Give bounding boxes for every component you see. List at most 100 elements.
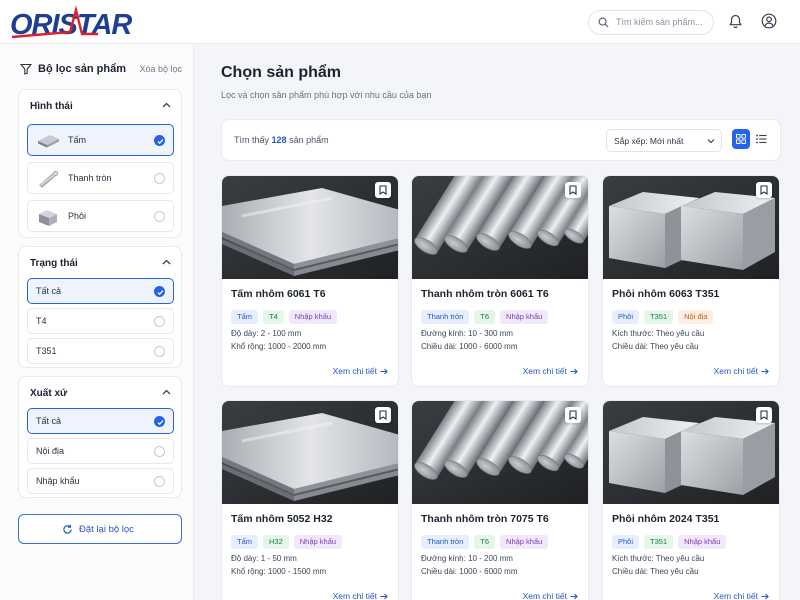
reset-filter-button[interactable]: Đặt lại bộ lọc bbox=[18, 514, 182, 544]
search-placeholder[interactable]: Tìm kiếm sản phẩm... bbox=[616, 17, 703, 27]
search-box[interactable]: Tìm kiếm sản phẩm... bbox=[588, 10, 714, 35]
grid-icon bbox=[736, 134, 746, 144]
clear-filter-link[interactable]: Xóa bộ lọc bbox=[139, 64, 182, 74]
list-view-icon[interactable] bbox=[756, 134, 767, 144]
oristar-logo[interactable]: ORISTAR bbox=[10, 4, 132, 40]
top-bar: ORISTAR Tìm kiếm sản phẩm... bbox=[0, 0, 800, 44]
selected-check-icon bbox=[154, 286, 165, 297]
product-spec: Khổ rộng: 1000 - 1500 mm bbox=[231, 567, 327, 576]
product-tag: T351 bbox=[644, 310, 674, 324]
product-tag: H32 bbox=[263, 535, 289, 549]
user-icon[interactable] bbox=[761, 13, 777, 29]
arrow-right-icon bbox=[570, 368, 578, 375]
option-label: Tấm bbox=[68, 135, 86, 145]
page-title: Chọn sản phẩm bbox=[221, 64, 342, 81]
product-image-round-bar bbox=[412, 401, 588, 504]
product-card[interactable]: Thanh nhôm tròn 7075 T6 Thanh tròn T6 Nhập … bbox=[411, 400, 589, 600]
bookmark-button[interactable] bbox=[375, 182, 391, 198]
filter-header: Bộ lọc sản phẩm Xóa bộ lọc bbox=[20, 62, 182, 78]
product-spec: Kích thước: Theo yêu cầu bbox=[612, 329, 705, 338]
product-name[interactable]: Thanh nhôm tròn 6061 T6 bbox=[421, 288, 549, 300]
product-tag: T6 bbox=[474, 535, 496, 549]
product-name[interactable]: Thanh nhôm tròn 7075 T6 bbox=[421, 513, 549, 525]
view-detail-link[interactable]: Xem chi tiết bbox=[523, 366, 578, 376]
product-tag: Nhập khẩu bbox=[678, 535, 727, 549]
view-detail-link[interactable]: Xem chi tiết bbox=[333, 591, 388, 600]
product-tag: Nhập khẩu bbox=[500, 535, 549, 549]
product-tags: Phôi T351 Nội địa bbox=[612, 306, 718, 324]
filter-option-domestic[interactable]: Nội địa bbox=[27, 438, 174, 464]
grid-view-button[interactable] bbox=[732, 129, 750, 149]
result-prefix: Tìm thấy bbox=[234, 135, 270, 145]
radio-circle bbox=[154, 173, 165, 184]
chevron-up-icon[interactable] bbox=[162, 259, 171, 265]
product-tag: Nhập khẩu bbox=[500, 310, 549, 324]
option-label: Tất cả bbox=[36, 416, 62, 426]
bell-icon[interactable] bbox=[729, 14, 742, 29]
view-detail-link[interactable]: Xem chi tiết bbox=[714, 591, 769, 600]
filter-option-all[interactable]: Tất cả bbox=[27, 278, 174, 304]
product-spec: Độ dày: 1 - 50 mm bbox=[231, 554, 297, 563]
view-detail-link[interactable]: Xem chi tiết bbox=[714, 366, 769, 376]
filter-option-billet[interactable]: Phôi bbox=[27, 200, 174, 232]
product-tag: Nhập khẩu bbox=[288, 310, 338, 324]
product-spec: Chiều dài: 1000 - 6000 mm bbox=[421, 342, 518, 351]
bookmark-button[interactable] bbox=[756, 182, 772, 198]
product-card[interactable]: Phôi nhôm 2024 T351 Phôi T351 Nhập khẩu Kích… bbox=[602, 400, 780, 600]
bookmark-icon bbox=[379, 410, 387, 420]
product-name[interactable]: Tấm nhôm 5052 H32 bbox=[231, 513, 333, 525]
product-card[interactable]: Thanh nhôm tròn 6061 T6 Thanh tròn T6 Nhập … bbox=[411, 175, 589, 387]
filter-option-t4[interactable]: T4 bbox=[27, 308, 174, 334]
product-tag: T351 bbox=[644, 535, 674, 549]
arrow-right-icon bbox=[761, 368, 769, 375]
product-card[interactable]: Tấm nhôm 5052 H32 Tấm H32 Nhập khẩu Độ dày: … bbox=[221, 400, 399, 600]
filter-group-origin: Xuất xứ Tất cả Nội địa Nhập khẩu bbox=[18, 376, 182, 498]
sort-select[interactable]: Sắp xếp: Mới nhất bbox=[606, 129, 722, 152]
product-image-round-bar bbox=[412, 176, 588, 279]
product-spec: Kích thước: Theo yêu cầu bbox=[612, 554, 705, 563]
product-image-billet bbox=[603, 176, 779, 279]
product-tags: Thanh tròn T6 Nhập khẩu bbox=[421, 531, 553, 549]
filter-option-imported[interactable]: Nhập khẩu bbox=[27, 468, 174, 494]
group-title: Trạng thái bbox=[30, 258, 78, 269]
filter-option-all[interactable]: Tất cả bbox=[27, 408, 174, 434]
filter-option-t351[interactable]: T351 bbox=[27, 338, 174, 364]
filter-option-round-bar[interactable]: Thanh tròn bbox=[27, 162, 174, 194]
product-tag: Thanh tròn bbox=[421, 535, 470, 549]
product-card[interactable]: Phôi nhôm 6063 T351 Phôi T351 Nội địa Kích t… bbox=[602, 175, 780, 387]
bookmark-button[interactable] bbox=[565, 182, 581, 198]
product-spec: Đường kính: 10 - 300 mm bbox=[421, 329, 513, 338]
selected-check-icon bbox=[154, 416, 165, 427]
product-name[interactable]: Phôi nhôm 6063 T351 bbox=[612, 288, 719, 300]
view-detail-label: Xem chi tiết bbox=[332, 591, 377, 600]
chevron-up-icon[interactable] bbox=[162, 389, 171, 395]
product-tags: Tấm H32 Nhập khẩu bbox=[231, 531, 347, 549]
bookmark-button[interactable] bbox=[375, 407, 391, 423]
bookmark-icon bbox=[760, 410, 768, 420]
view-detail-label: Xem chi tiết bbox=[332, 366, 377, 376]
product-name[interactable]: Tấm nhôm 6061 T6 bbox=[231, 288, 326, 300]
page-subtitle: Lọc và chọn sản phẩm phù hợp với nhu cầu… bbox=[221, 90, 432, 100]
group-title: Xuất xứ bbox=[30, 388, 68, 399]
bookmark-button[interactable] bbox=[565, 407, 581, 423]
view-detail-link[interactable]: Xem chi tiết bbox=[523, 591, 578, 600]
view-detail-link[interactable]: Xem chi tiết bbox=[333, 366, 388, 376]
filter-group-temper: Trạng thái Tất cả T4 T351 bbox=[18, 246, 182, 368]
product-image-plate bbox=[222, 176, 398, 279]
filter-title: Bộ lọc sản phẩm bbox=[38, 63, 127, 75]
bookmark-button[interactable] bbox=[756, 407, 772, 423]
bookmark-icon bbox=[569, 185, 577, 195]
product-name[interactable]: Phôi nhôm 2024 T351 bbox=[612, 513, 719, 525]
filter-option-plate[interactable]: Tấm bbox=[27, 124, 174, 156]
arrow-right-icon bbox=[761, 593, 769, 600]
option-label: Nội địa bbox=[36, 446, 65, 456]
product-tag: Tấm bbox=[231, 310, 258, 324]
chevron-up-icon[interactable] bbox=[162, 102, 171, 108]
product-tag: Nhập khẩu bbox=[293, 535, 343, 549]
product-image-plate bbox=[222, 401, 398, 504]
radio-circle bbox=[154, 211, 165, 222]
product-spec: Độ dày: 2 - 100 mm bbox=[231, 329, 302, 338]
product-card[interactable]: Tấm nhôm 6061 T6 Tấm T4 Nhập khẩu Độ dày: 2 … bbox=[221, 175, 399, 387]
product-tags: Thanh tròn T6 Nhập khẩu bbox=[421, 306, 553, 324]
product-tag: T4 bbox=[263, 310, 284, 324]
